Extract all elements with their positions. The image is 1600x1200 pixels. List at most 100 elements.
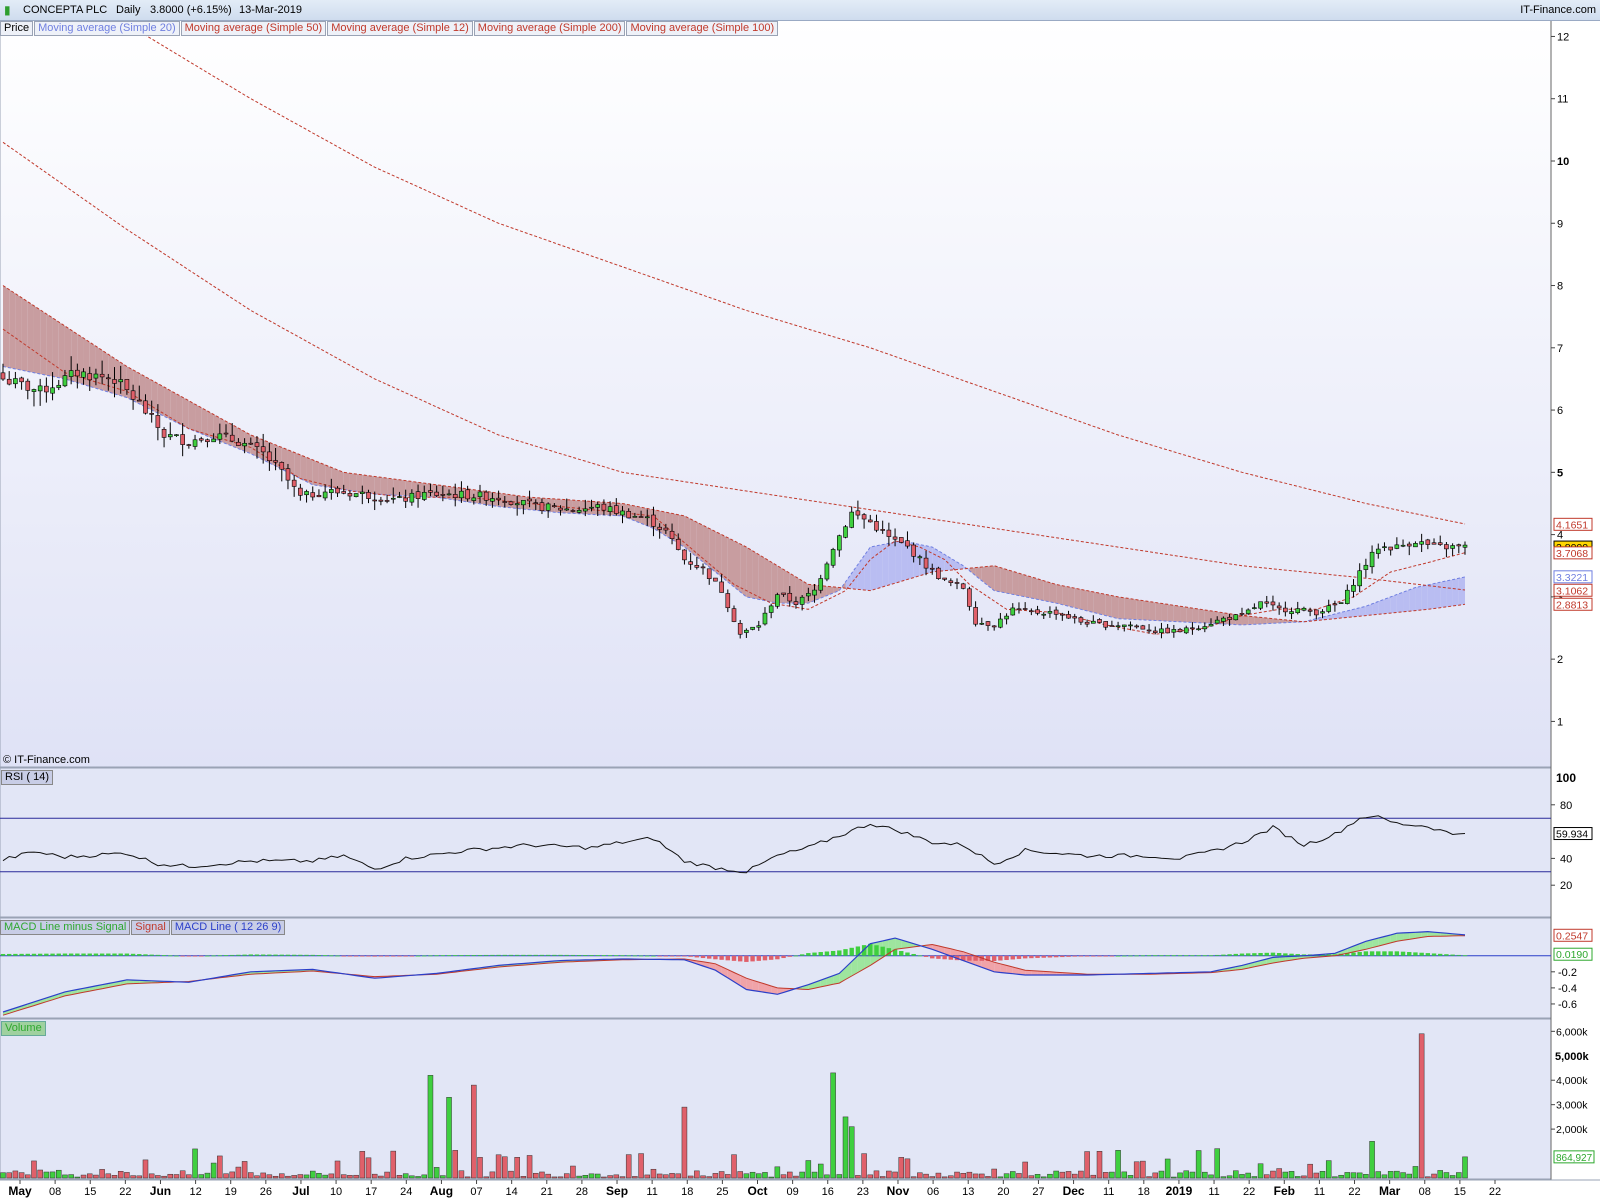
macd-hist-bar	[44, 953, 49, 956]
macd-hist-bar	[1431, 953, 1437, 956]
rsi-label[interactable]: RSI ( 14)	[1, 770, 54, 785]
macd-legend-item[interactable]: Signal	[131, 920, 170, 935]
legend-item[interactable]: Moving average (Simple 12)	[327, 21, 473, 36]
macd-hist-bar	[824, 951, 830, 956]
candle-down	[1332, 603, 1338, 606]
candle-up	[620, 510, 625, 516]
ma-cloud-segment	[1192, 608, 1199, 623]
macd-hist-bar	[1084, 955, 1090, 957]
volume-bar	[601, 1176, 607, 1179]
macd-hist-bar	[998, 955, 1003, 961]
legend-item[interactable]: Moving average (Simple 20)	[34, 21, 180, 36]
macd-hist-bar	[1326, 954, 1331, 956]
macd-hist-bar	[186, 955, 192, 957]
volume-bar	[167, 1173, 174, 1179]
candle-up	[471, 497, 477, 501]
candle-down	[279, 462, 285, 470]
macd-hist-bar	[849, 947, 854, 956]
candle-down	[1165, 627, 1170, 634]
volume-bar	[941, 1176, 948, 1179]
candle-down	[880, 529, 885, 531]
candle-up	[360, 491, 365, 494]
volume-bar	[725, 1174, 731, 1179]
ma-cloud-segment	[1080, 589, 1088, 611]
price-tick-label: 11	[1557, 94, 1568, 106]
candle-up	[1196, 628, 1201, 631]
macd-hist-bar	[1159, 955, 1164, 957]
macd-hist-bar	[552, 954, 557, 956]
volume-bar	[533, 1172, 539, 1179]
macd-hist-bar	[942, 955, 947, 960]
rsi-panel	[0, 767, 1552, 918]
candle-up	[917, 556, 923, 559]
candle-up	[167, 434, 173, 438]
ma-cloud-segment	[1155, 602, 1162, 621]
macd-hist-bar	[403, 955, 408, 957]
candle-down	[87, 373, 93, 381]
candle-up	[353, 493, 359, 497]
macd-hist-bar	[254, 954, 260, 956]
legend-item[interactable]: Moving average (Simple 50)	[180, 21, 327, 36]
volume-bar	[1325, 1160, 1332, 1179]
macd-hist-bar	[310, 954, 315, 956]
macd-hist-bar	[830, 950, 836, 956]
x-tick-label: 15	[1454, 1186, 1466, 1198]
x-tick-label: Aug	[430, 1184, 453, 1198]
candle-down	[428, 490, 433, 493]
candle-up	[1289, 611, 1294, 615]
x-tick-label: 28	[576, 1186, 588, 1198]
ma-cloud-segment	[1142, 600, 1150, 621]
macd-hist-bar	[112, 953, 117, 956]
macd-hist-bar	[316, 955, 322, 956]
candle-down	[1066, 614, 1071, 619]
volume-bar	[1338, 1174, 1344, 1179]
volume-bar	[409, 1175, 415, 1179]
volume-bar	[681, 1106, 688, 1179]
volume-bar	[111, 1175, 118, 1179]
x-tick-label: Nov	[887, 1184, 910, 1198]
x-tick-label: 18	[681, 1186, 693, 1198]
ma-cloud-segment	[387, 478, 394, 496]
legend-item[interactable]: Price	[0, 21, 34, 36]
candle-down	[267, 451, 272, 462]
volume-bar	[62, 1174, 68, 1179]
candle-up	[849, 511, 855, 528]
volume-bar	[861, 1153, 867, 1179]
candle-down	[99, 373, 105, 378]
volume-bar	[309, 1170, 316, 1179]
macd-legend-item[interactable]: MACD Line ( 12 26 9)	[170, 920, 286, 935]
candle-up	[607, 506, 613, 512]
volume-label[interactable]: Volume	[1, 1021, 46, 1036]
candle-down	[372, 499, 377, 502]
candle-down	[1097, 619, 1102, 623]
macd-hist-bar	[291, 954, 297, 956]
ma-cloud-segment	[300, 454, 307, 482]
volume-bar	[136, 1175, 143, 1179]
volume-bar	[799, 1171, 805, 1179]
macd-hist-bar	[911, 953, 916, 956]
volume-bar	[384, 1171, 390, 1179]
macd-hist-bar	[1153, 955, 1158, 957]
candle-down	[136, 399, 142, 402]
last-value-label: 3.1062	[1556, 585, 1588, 597]
volume-bar	[1109, 1171, 1115, 1179]
volume-bar	[266, 1174, 273, 1179]
volume-bar	[1003, 1173, 1010, 1179]
legend-item[interactable]: Moving average (Simple 100)	[626, 21, 779, 36]
macd-legend-item[interactable]: MACD Line minus Signal	[0, 920, 131, 935]
volume-bar	[1431, 1173, 1437, 1179]
volume-bar	[1294, 1176, 1301, 1179]
candle-down	[1239, 613, 1245, 615]
volume-bar	[328, 1173, 335, 1179]
macd-hist-bar	[558, 954, 563, 956]
volume-bar	[1220, 1176, 1227, 1179]
legend-item[interactable]: Moving average (Simple 200)	[473, 21, 626, 36]
volume-bar	[285, 1175, 291, 1179]
candle-down	[229, 434, 235, 442]
volume-bar	[1425, 1176, 1431, 1179]
candle-down	[706, 568, 712, 579]
macd-hist-bar	[899, 951, 904, 956]
volume-bar	[142, 1159, 149, 1179]
candle-down	[1388, 546, 1393, 551]
volume-bar	[817, 1163, 824, 1179]
